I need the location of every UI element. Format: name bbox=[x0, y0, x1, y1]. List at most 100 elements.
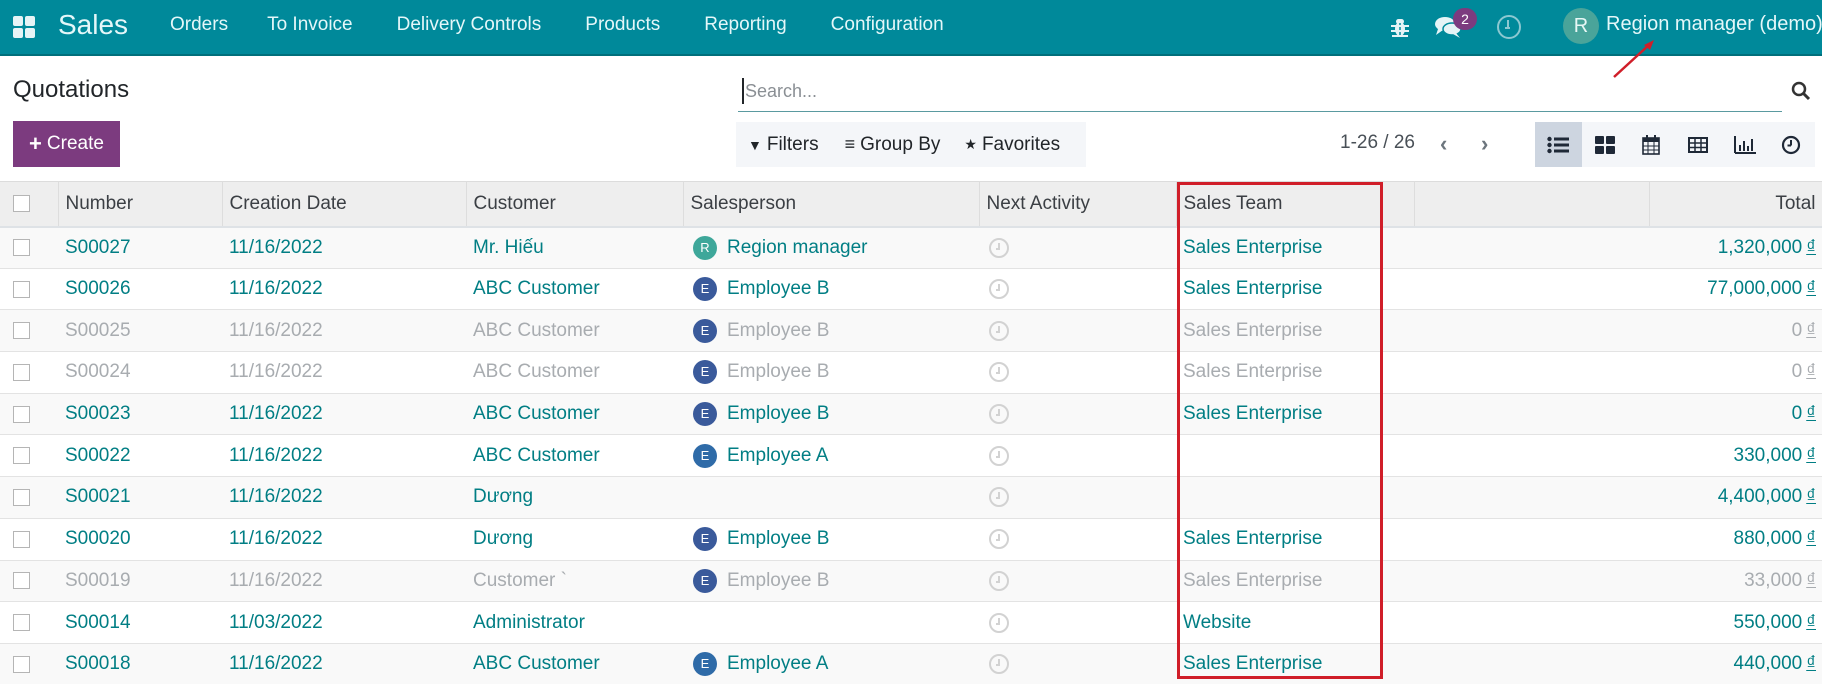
row-checkbox[interactable] bbox=[13, 488, 30, 506]
creation-date[interactable]: 11/16/2022 bbox=[222, 393, 466, 436]
clock-icon[interactable] bbox=[1497, 15, 1521, 39]
creation-date[interactable]: 11/16/2022 bbox=[222, 476, 466, 519]
table-row[interactable]: S00023 11/16/2022 ABC Customer E Employee… bbox=[0, 393, 1822, 436]
activity-clock-icon[interactable] bbox=[989, 320, 1009, 341]
activity-clock-icon[interactable] bbox=[989, 654, 1009, 675]
order-number[interactable]: S00023 bbox=[58, 393, 222, 436]
customer-name[interactable]: ABC Customer bbox=[466, 268, 683, 311]
menu-reporting[interactable]: Reporting bbox=[704, 14, 786, 36]
row-checkbox[interactable] bbox=[13, 572, 30, 590]
menu-delivery-controls[interactable]: Delivery Controls bbox=[397, 14, 542, 36]
creation-date[interactable]: 11/16/2022 bbox=[222, 226, 466, 269]
sales-team[interactable]: Website bbox=[1176, 601, 1414, 644]
creation-date[interactable]: 11/03/2022 bbox=[222, 601, 466, 644]
customer-name[interactable]: Customer ` bbox=[466, 560, 683, 603]
salesperson-cell[interactable]: E Employee A bbox=[683, 643, 979, 684]
total-amount[interactable]: 0 ₫ bbox=[1649, 351, 1822, 394]
creation-date[interactable]: 11/16/2022 bbox=[222, 434, 466, 478]
creation-date[interactable]: 11/16/2022 bbox=[222, 268, 466, 311]
sales-team[interactable]: Sales Enterprise bbox=[1176, 643, 1414, 684]
creation-date[interactable]: 11/16/2022 bbox=[222, 518, 466, 561]
row-checkbox[interactable] bbox=[13, 239, 30, 257]
activity-clock-icon[interactable] bbox=[989, 279, 1009, 300]
total-amount[interactable]: 330,000 ₫ bbox=[1649, 434, 1822, 478]
column-header-total[interactable]: Total bbox=[1649, 181, 1822, 228]
salesperson-cell[interactable]: E Employee B bbox=[683, 393, 979, 436]
salesperson-cell[interactable] bbox=[683, 476, 979, 519]
user-name[interactable]: Region manager (demo) bbox=[1606, 13, 1822, 36]
sales-team[interactable]: Sales Enterprise bbox=[1176, 226, 1414, 269]
pivot-view-button[interactable] bbox=[1675, 122, 1722, 167]
salesperson-cell[interactable]: E Employee B bbox=[683, 518, 979, 561]
menu-orders[interactable]: Orders bbox=[170, 14, 228, 36]
sales-team[interactable]: Sales Enterprise bbox=[1176, 560, 1414, 603]
favorites-button[interactable]: ★ Favorites bbox=[940, 134, 1060, 156]
apps-menu-icon[interactable] bbox=[13, 16, 35, 38]
column-header-next-activity[interactable]: Next Activity bbox=[979, 181, 1177, 228]
row-checkbox[interactable] bbox=[13, 614, 30, 632]
table-row[interactable]: S00026 11/16/2022 ABC Customer E Employee… bbox=[0, 268, 1822, 311]
row-checkbox[interactable] bbox=[13, 405, 30, 423]
creation-date[interactable]: 11/16/2022 bbox=[222, 351, 466, 394]
menu-to-invoice[interactable]: To Invoice bbox=[267, 14, 353, 36]
order-number[interactable]: S00018 bbox=[58, 643, 222, 684]
salesperson-cell[interactable]: E Employee A bbox=[683, 434, 979, 478]
order-number[interactable]: S00020 bbox=[58, 518, 222, 561]
bug-icon[interactable] bbox=[1389, 16, 1411, 38]
table-row[interactable]: S00022 11/16/2022 ABC Customer E Employee… bbox=[0, 434, 1822, 478]
table-row[interactable]: S00027 11/16/2022 Mr. Hiếu R Region manag… bbox=[0, 226, 1822, 269]
menu-configuration[interactable]: Configuration bbox=[831, 14, 944, 36]
activity-clock-icon[interactable] bbox=[989, 445, 1009, 466]
creation-date[interactable]: 11/16/2022 bbox=[222, 560, 466, 603]
table-row[interactable]: S00024 11/16/2022 ABC Customer E Employee… bbox=[0, 351, 1822, 394]
customer-name[interactable]: Dương bbox=[466, 476, 683, 519]
salesperson-cell[interactable]: E Employee B bbox=[683, 351, 979, 394]
total-amount[interactable]: 550,000 ₫ bbox=[1649, 601, 1822, 644]
activity-clock-icon[interactable] bbox=[989, 237, 1009, 258]
create-button[interactable]: + Create bbox=[13, 121, 120, 167]
total-amount[interactable]: 880,000 ₫ bbox=[1649, 518, 1822, 561]
creation-date[interactable]: 11/16/2022 bbox=[222, 309, 466, 353]
activity-clock-icon[interactable] bbox=[989, 529, 1009, 550]
column-header-number[interactable]: Number bbox=[58, 181, 223, 228]
table-row[interactable]: S00020 11/16/2022 Dương E Employee B Sale… bbox=[0, 518, 1822, 561]
order-number[interactable]: S00014 bbox=[58, 601, 222, 644]
order-number[interactable]: S00025 bbox=[58, 309, 222, 353]
list-view-button[interactable] bbox=[1535, 122, 1582, 167]
total-amount[interactable]: 1,320,000 ₫ bbox=[1649, 226, 1822, 269]
total-amount[interactable]: 440,000 ₫ bbox=[1649, 643, 1822, 684]
total-amount[interactable]: 33,000 ₫ bbox=[1649, 560, 1822, 603]
salesperson-cell[interactable]: E Employee B bbox=[683, 309, 979, 353]
order-number[interactable]: S00019 bbox=[58, 560, 222, 603]
order-number[interactable]: S00026 bbox=[58, 268, 222, 311]
row-checkbox[interactable] bbox=[13, 322, 30, 340]
row-checkbox[interactable] bbox=[13, 280, 30, 298]
row-checkbox[interactable] bbox=[13, 655, 30, 673]
order-number[interactable]: S00024 bbox=[58, 351, 222, 394]
order-number[interactable]: S00022 bbox=[58, 434, 222, 478]
pager-previous-icon[interactable]: ‹ bbox=[1440, 131, 1447, 157]
column-header-salesperson[interactable]: Salesperson bbox=[683, 181, 980, 228]
row-checkbox[interactable] bbox=[13, 447, 30, 465]
customer-name[interactable]: Dương bbox=[466, 518, 683, 561]
select-all-checkbox[interactable] bbox=[13, 195, 30, 213]
customer-name[interactable]: ABC Customer bbox=[466, 351, 683, 394]
total-amount[interactable]: 0 ₫ bbox=[1649, 393, 1822, 436]
calendar-view-button[interactable] bbox=[1628, 122, 1675, 167]
customer-name[interactable]: ABC Customer bbox=[466, 643, 683, 684]
column-header-creation-date[interactable]: Creation Date bbox=[222, 181, 467, 228]
pager-value[interactable]: 1-26 / 26 bbox=[1340, 132, 1415, 154]
activity-clock-icon[interactable] bbox=[989, 612, 1009, 633]
salesperson-cell[interactable] bbox=[683, 601, 979, 644]
activity-clock-icon[interactable] bbox=[989, 570, 1009, 591]
table-row[interactable]: S00018 11/16/2022 ABC Customer E Employee… bbox=[0, 643, 1822, 684]
sales-team[interactable] bbox=[1176, 434, 1414, 478]
order-number[interactable]: S00021 bbox=[58, 476, 222, 519]
sales-team[interactable] bbox=[1176, 476, 1414, 519]
customer-name[interactable]: Administrator bbox=[466, 601, 683, 644]
filters-button[interactable]: ▼ Filters bbox=[736, 134, 819, 156]
group-by-button[interactable]: ≡ Group By bbox=[819, 134, 941, 156]
table-row[interactable]: S00021 11/16/2022 Dương 4,400,000₫ Quota… bbox=[0, 476, 1822, 519]
user-avatar[interactable]: R bbox=[1563, 8, 1599, 44]
column-header-customer[interactable]: Customer bbox=[466, 181, 684, 228]
